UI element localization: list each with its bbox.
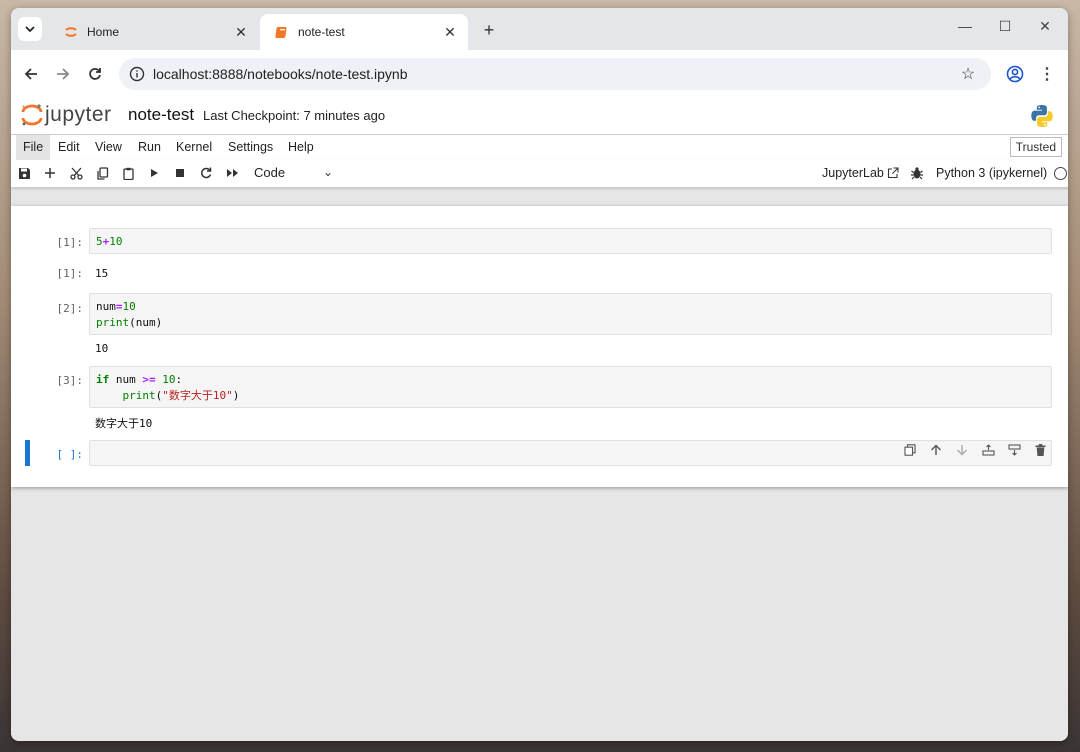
menu-file[interactable]: File: [16, 135, 51, 160]
debugger-bug-icon[interactable]: [910, 166, 924, 180]
code-token: =: [115, 300, 123, 313]
cell-output: 15: [95, 267, 109, 280]
menu-view[interactable]: View: [88, 135, 129, 160]
menu-run[interactable]: Run: [131, 135, 168, 160]
copy-icon[interactable]: [93, 164, 111, 182]
menu-settings[interactable]: Settings: [221, 135, 280, 160]
cell-output: 数字大于10: [95, 417, 153, 430]
tab-search-button[interactable]: [18, 17, 42, 41]
code-token: print: [96, 316, 130, 329]
new-tab-button[interactable]: +: [477, 19, 501, 41]
delete-cell-icon[interactable]: [1032, 442, 1048, 458]
notebook-title[interactable]: note-test: [128, 105, 194, 125]
input-prompt: [1]:: [56, 236, 84, 249]
bookmark-star-icon[interactable]: ☆: [957, 64, 979, 84]
tab-strip: Home ✕ note-test ✕ + — ☐ ✕: [11, 8, 1068, 50]
cut-icon[interactable]: [67, 164, 85, 182]
cell-toolbar: [902, 442, 1048, 458]
jupyter-logo-icon: [21, 104, 43, 126]
chevron-down-icon: [25, 26, 35, 33]
cell-output: 10: [95, 342, 109, 355]
profile-button[interactable]: [1003, 62, 1027, 86]
reload-icon: [89, 68, 101, 80]
jupyter-page: jupyter note-test Last Checkpoint: 7 min…: [11, 98, 1068, 741]
code-cell-input[interactable]: if num >= 10: print("数字大于10"): [89, 366, 1052, 408]
site-info-icon[interactable]: [129, 66, 145, 82]
restart-icon[interactable]: [197, 164, 215, 182]
browser-menu-button[interactable]: ⋮: [1035, 62, 1059, 86]
notebook-toolbar: Code ⌄ JupyterLab Python 3 (ipykernel): [11, 160, 1068, 188]
code-token: 10: [109, 235, 123, 248]
code-token: 5: [96, 235, 103, 248]
tab-title: note-test: [298, 25, 345, 39]
url-field[interactable]: localhost:8888/notebooks/note-test.ipynb…: [119, 58, 991, 90]
close-window-icon[interactable]: ✕: [1030, 18, 1060, 35]
external-link-icon: [887, 167, 899, 179]
input-prompt: [ ]:: [56, 448, 84, 461]
more-vertical-icon: ⋮: [1039, 66, 1055, 83]
close-icon[interactable]: ✕: [231, 24, 251, 41]
cell-type-select[interactable]: Code: [254, 165, 285, 180]
forward-button[interactable]: [51, 62, 75, 86]
kernel-name[interactable]: Python 3 (ipykernel): [936, 166, 1047, 180]
profile-icon: [1006, 65, 1024, 83]
code-cell-input[interactable]: 5+10: [89, 228, 1052, 254]
save-icon[interactable]: [15, 164, 33, 182]
output-prompt: [1]:: [56, 267, 84, 280]
run-icon[interactable]: [145, 164, 163, 182]
code-token: if: [96, 373, 110, 386]
maximize-icon[interactable]: ☐: [990, 18, 1020, 35]
code-token: 10: [162, 373, 176, 386]
code-token: 10: [122, 300, 136, 313]
add-cell-icon[interactable]: [41, 164, 59, 182]
notebook-tab-icon: [274, 24, 290, 40]
arrow-right-icon: [57, 68, 70, 80]
code-cell-input[interactable]: num=10 print(num): [89, 293, 1052, 335]
code-token: print: [122, 389, 156, 402]
insert-above-icon[interactable]: [980, 442, 996, 458]
trusted-indicator[interactable]: Trusted: [1009, 137, 1062, 157]
menu-bar: File Edit View Run Kernel Settings Help …: [11, 134, 1068, 161]
menu-help[interactable]: Help: [281, 135, 321, 160]
url-text: localhost:8888/notebooks/note-test.ipynb: [153, 66, 408, 82]
last-checkpoint: Last Checkpoint: 7 minutes ago: [203, 108, 386, 123]
move-up-icon[interactable]: [928, 442, 944, 458]
close-icon[interactable]: ✕: [440, 24, 460, 41]
notebook-panel: [1]: 5+10 [1]: 15 [2]: num=10 print(num)…: [11, 206, 1068, 487]
tab-note-test[interactable]: note-test ✕: [260, 14, 468, 50]
chevron-down-icon[interactable]: ⌄: [323, 165, 333, 179]
insert-below-icon[interactable]: [1006, 442, 1022, 458]
jupyter-tab-icon: [63, 24, 79, 40]
reload-button[interactable]: [83, 62, 107, 86]
jupyterlab-link[interactable]: JupyterLab: [822, 166, 899, 180]
tab-home[interactable]: Home ✕: [49, 14, 259, 50]
input-prompt: [2]:: [56, 302, 84, 315]
arrow-left-icon: [24, 68, 37, 80]
jupyter-wordmark: jupyter: [45, 103, 112, 126]
code-token: "数字大于10": [162, 389, 233, 402]
paste-icon[interactable]: [119, 164, 137, 182]
address-bar: localhost:8888/notebooks/note-test.ipynb…: [11, 50, 1068, 98]
menu-kernel[interactable]: Kernel: [169, 135, 219, 160]
python-logo-icon: [1031, 105, 1053, 127]
stop-icon[interactable]: [171, 164, 189, 182]
minimize-icon[interactable]: —: [950, 18, 980, 34]
browser-window: Home ✕ note-test ✕ + — ☐ ✕ localhost:888…: [11, 8, 1068, 741]
notebook-header: jupyter note-test Last Checkpoint: 7 min…: [11, 98, 1068, 134]
back-button[interactable]: [19, 62, 43, 86]
code-token: >=: [142, 373, 156, 386]
kernel-status-icon: [1054, 167, 1067, 180]
jupyterlab-label: JupyterLab: [822, 166, 884, 180]
restart-run-all-icon[interactable]: [223, 164, 241, 182]
tab-title: Home: [87, 25, 120, 39]
duplicate-cell-icon[interactable]: [902, 442, 918, 458]
menu-edit[interactable]: Edit: [51, 135, 87, 160]
jupyter-logo[interactable]: jupyter: [21, 103, 112, 127]
move-down-icon[interactable]: [954, 442, 970, 458]
input-prompt: [3]:: [56, 374, 84, 387]
